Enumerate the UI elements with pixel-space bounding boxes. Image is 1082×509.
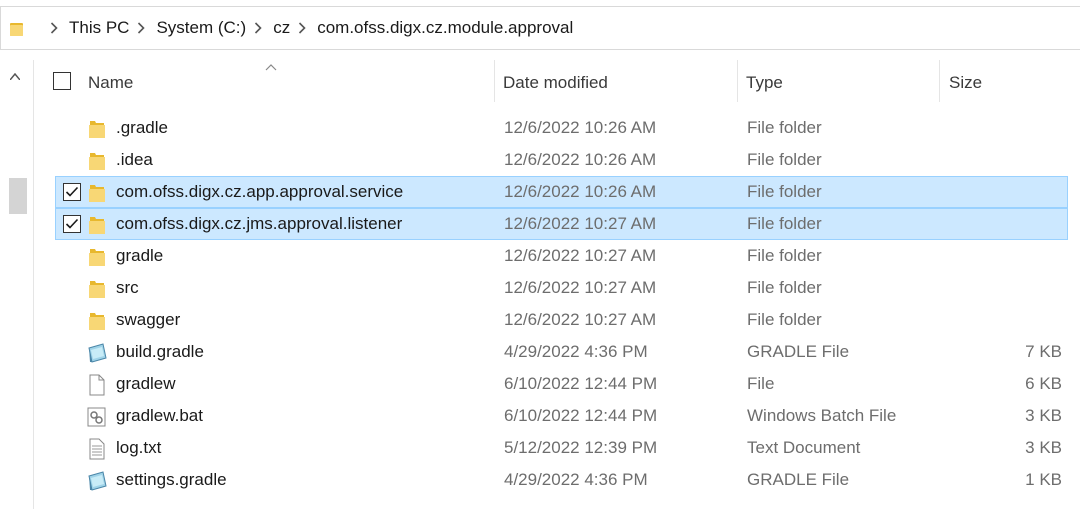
gradle-file-icon [86, 470, 108, 492]
file-date-modified: 12/6/2022 10:27 AM [504, 214, 657, 233]
column-divider[interactable] [939, 60, 940, 102]
file-name: com.ofss.digx.cz.jms.approval.listener [116, 214, 403, 233]
column-type-label: Type [746, 73, 783, 92]
column-header: Name Date modified Type Size [33, 60, 1082, 106]
column-date-modified[interactable]: Date modified [503, 60, 735, 106]
file-date-modified: 4/29/2022 4:36 PM [504, 342, 648, 361]
breadcrumb-system-drive[interactable]: System (C:) [156, 18, 246, 38]
folder-icon [86, 118, 108, 140]
file-type: GRADLE File [747, 342, 850, 361]
breadcrumb: This PC System (C:) cz com.ofss.digx.cz.… [42, 18, 573, 38]
select-all-checkbox[interactable] [53, 72, 71, 90]
file-date-modified: 6/10/2022 12:44 PM [504, 374, 658, 393]
chevron-right-icon[interactable] [298, 22, 306, 34]
file-type: File [747, 374, 775, 393]
column-divider[interactable] [494, 60, 495, 102]
navigation-scrollbar-thumb[interactable] [9, 178, 27, 214]
file-name: gradle [116, 246, 164, 265]
file-name: gradlew [116, 374, 176, 393]
file-type: GRADLE File [747, 470, 850, 489]
file-size: 6 KB [1025, 374, 1062, 393]
chevron-right-icon[interactable] [50, 22, 58, 34]
file-type: File folder [747, 310, 822, 329]
navigation-pane[interactable] [0, 60, 34, 509]
file-row[interactable]: gradlew 6/10/2022 12:44 PM File 6 KB [55, 368, 1068, 400]
folder-icon [10, 21, 24, 36]
breadcrumb-cz[interactable]: cz [273, 18, 290, 38]
file-type: File folder [747, 118, 822, 137]
file-row[interactable]: src 12/6/2022 10:27 AM File folder [55, 272, 1068, 304]
file-type: File folder [747, 214, 822, 233]
file-row[interactable]: com.ofss.digx.cz.jms.approval.listener 12… [55, 208, 1068, 240]
folder-icon [86, 246, 108, 268]
file-name: .gradle [116, 118, 168, 137]
file-name: gradlew.bat [116, 406, 203, 425]
file-row[interactable]: .gradle 12/6/2022 10:26 AM File folder [55, 112, 1068, 144]
column-name-label: Name [88, 73, 134, 92]
file-date-modified: 12/6/2022 10:27 AM [504, 310, 657, 329]
file-name: log.txt [116, 438, 162, 457]
address-bar[interactable]: This PC System (C:) cz com.ofss.digx.cz.… [0, 6, 1080, 50]
file-type: File folder [747, 278, 822, 297]
blank-file-icon [86, 374, 108, 396]
file-row[interactable]: gradle 12/6/2022 10:27 AM File folder [55, 240, 1068, 272]
file-row[interactable]: build.gradle 4/29/2022 4:36 PM GRADLE File… [55, 336, 1068, 368]
file-type: File folder [747, 150, 822, 169]
folder-icon [86, 310, 108, 332]
column-divider[interactable] [737, 60, 738, 102]
file-type: File folder [747, 246, 822, 265]
file-date-modified: 12/6/2022 10:27 AM [504, 246, 657, 265]
file-date-modified: 12/6/2022 10:27 AM [504, 278, 657, 297]
column-date-modified-label: Date modified [503, 73, 608, 92]
file-size: 3 KB [1025, 406, 1062, 425]
file-name: settings.gradle [116, 470, 227, 489]
row-checkbox[interactable] [63, 183, 81, 201]
file-name: build.gradle [116, 342, 204, 361]
folder-icon [86, 214, 108, 236]
file-row[interactable]: settings.gradle 4/29/2022 4:36 PM GRADLE F… [55, 464, 1068, 496]
file-date-modified: 4/29/2022 4:36 PM [504, 470, 648, 489]
file-date-modified: 12/6/2022 10:26 AM [504, 182, 657, 201]
file-type: Windows Batch File [747, 406, 897, 425]
column-size-label: Size [949, 73, 983, 92]
chevron-right-icon[interactable] [137, 22, 146, 34]
gradle-file-icon [86, 342, 108, 364]
column-type[interactable]: Type [746, 60, 936, 106]
file-type: File folder [747, 182, 822, 201]
column-name[interactable]: Name [88, 60, 493, 106]
breadcrumb-current-folder[interactable]: com.ofss.digx.cz.module.approval [317, 18, 573, 38]
file-row[interactable]: log.txt 5/12/2022 12:39 PM Text Document 3 … [55, 432, 1068, 464]
text-file-icon [86, 438, 108, 460]
file-name: com.ofss.digx.cz.app.approval.service [116, 182, 404, 201]
row-checkbox[interactable] [63, 215, 81, 233]
column-size[interactable]: Size [949, 60, 1069, 106]
file-name: swagger [116, 310, 181, 329]
file-name: src [116, 278, 139, 297]
file-type: Text Document [747, 438, 861, 457]
file-size: 7 KB [1025, 342, 1062, 361]
file-explorer-window: This PC System (C:) cz com.ofss.digx.cz.… [0, 0, 1082, 509]
scroll-up-arrow-icon[interactable] [9, 72, 21, 83]
file-size: 3 KB [1025, 438, 1062, 457]
folder-icon [86, 278, 108, 300]
file-row[interactable]: .idea 12/6/2022 10:26 AM File folder [55, 144, 1068, 176]
file-date-modified: 6/10/2022 12:44 PM [504, 406, 658, 425]
file-row[interactable]: gradlew.bat 6/10/2022 12:44 PM Windows Bat… [55, 400, 1068, 432]
file-row[interactable]: swagger 12/6/2022 10:27 AM File folder [55, 304, 1068, 336]
chevron-right-icon[interactable] [254, 22, 262, 34]
file-date-modified: 12/6/2022 10:26 AM [504, 118, 657, 137]
batch-file-icon [86, 406, 108, 428]
file-date-modified: 12/6/2022 10:26 AM [504, 150, 657, 169]
file-row[interactable]: com.ofss.digx.cz.app.approval.service 12/… [55, 176, 1068, 208]
file-date-modified: 5/12/2022 12:39 PM [504, 438, 658, 457]
folder-icon [86, 150, 108, 172]
breadcrumb-this-pc[interactable]: This PC [69, 18, 129, 38]
folder-icon [86, 182, 108, 204]
file-name: .idea [116, 150, 153, 169]
file-size: 1 KB [1025, 470, 1062, 489]
